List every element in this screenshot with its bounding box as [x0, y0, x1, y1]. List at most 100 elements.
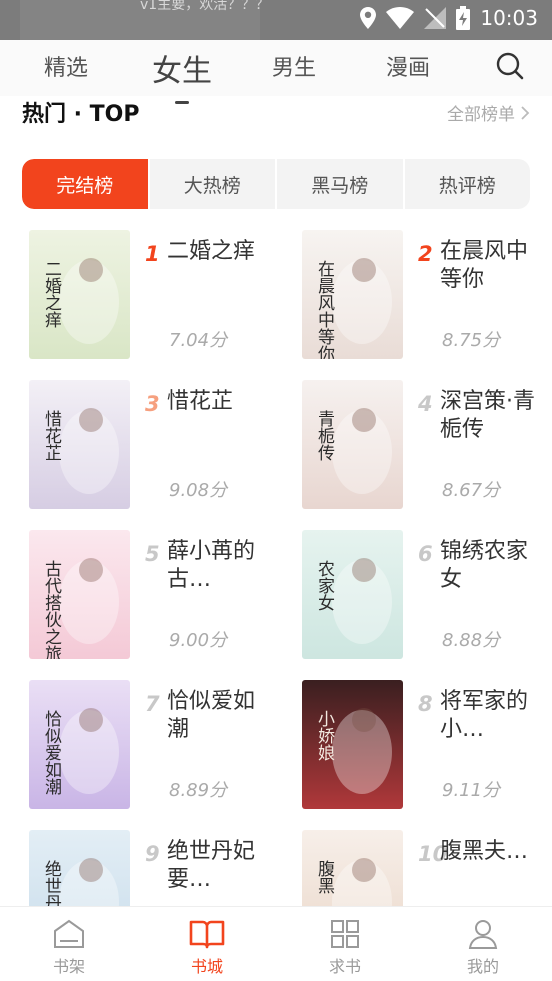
rank-number: 2	[418, 242, 433, 266]
cover-title: 惜花芷	[41, 410, 62, 461]
rank-number: 6	[418, 542, 433, 566]
book-score: 8.88分	[442, 630, 501, 651]
search-icon[interactable]	[496, 52, 524, 80]
nav-bookstore[interactable]: 书城	[138, 907, 276, 981]
book-cover[interactable]: 青栀传	[302, 380, 403, 509]
clock: 10:03	[480, 6, 538, 30]
rank-number: 4	[418, 392, 433, 416]
nav-bookshelf-label: 书架	[52, 957, 85, 976]
book-score: 8.67分	[442, 480, 501, 501]
bookshelf-icon	[54, 919, 84, 948]
cover-art: 绝世丹	[29, 830, 130, 906]
tab-male[interactable]: 男生	[272, 50, 316, 82]
book-title: 锦绣农家女	[440, 539, 529, 592]
book-item[interactable]: 农家女 6 锦绣农家女 8.88分	[302, 530, 552, 662]
book-title: 惜花芷	[167, 389, 234, 414]
cover-art: 小娇娘	[302, 680, 403, 809]
cover-title: 古代搭伙之旅	[41, 560, 62, 659]
rank-number: 5	[145, 542, 160, 566]
book-ranking-list: 二婚之痒 1 二婚之痒 7.04分 在晨风中等你 2 在晨风中等你 8.75分 惜花芷 3 惜花…	[0, 230, 552, 906]
book-title: 绝世丹妃要…	[167, 839, 256, 892]
nav-bookstore-label: 书城	[190, 957, 223, 976]
book-cover[interactable]: 古代搭伙之旅	[29, 530, 130, 659]
nav-profile[interactable]: 我的	[414, 907, 552, 981]
cover-art: 农家女	[302, 530, 403, 659]
rank-number: 3	[145, 392, 160, 416]
bottom-navigation: 书架 书城 求书 我的	[0, 906, 552, 981]
cover-title: 在晨风中等你	[314, 260, 335, 359]
book-item[interactable]: 古代搭伙之旅 5 薛小苒的古… 9.00分	[29, 530, 279, 662]
tab-hot-ranking[interactable]: 大热榜	[150, 159, 277, 209]
book-item[interactable]: 青栀传 4 深宫策·青栀传 8.67分	[302, 380, 552, 512]
book-open-icon	[189, 920, 225, 949]
all-rankings-link[interactable]: 全部榜单	[447, 100, 530, 125]
tab-female-label: 女生	[152, 54, 212, 89]
book-score: 8.89分	[169, 780, 228, 801]
cover-art: 青栀传	[302, 380, 403, 509]
wifi-icon	[386, 7, 415, 29]
cover-art: 恰似爱如潮	[29, 680, 130, 809]
tab-completed-ranking[interactable]: 完结榜	[22, 159, 150, 209]
chevron-right-icon	[521, 105, 530, 120]
book-item[interactable]: 惜花芷 3 惜花芷 9.08分	[29, 380, 279, 512]
status-icons: 10:03	[360, 6, 538, 30]
battery-charging-icon	[456, 6, 471, 30]
book-item[interactable]: 绝世丹 9 绝世丹妃要…	[29, 830, 279, 906]
book-cover[interactable]: 惜花芷	[29, 380, 130, 509]
book-score: 8.75分	[442, 330, 501, 351]
cover-title: 农家女	[314, 560, 335, 611]
cover-title: 恰似爱如潮	[41, 710, 62, 796]
book-item[interactable]: 小娇娘 8 将军家的小… 9.11分	[302, 680, 552, 812]
book-title: 腹黑夫…	[440, 839, 529, 864]
book-cover[interactable]: 绝世丹	[29, 830, 130, 906]
book-item[interactable]: 腹黑 10 腹黑夫…	[302, 830, 552, 906]
book-cover[interactable]: 农家女	[302, 530, 403, 659]
book-title: 深宫策·青栀传	[440, 389, 535, 442]
cover-title: 腹黑	[314, 860, 335, 894]
book-item[interactable]: 在晨风中等你 2 在晨风中等你 8.75分	[302, 230, 552, 362]
nav-bookshelf[interactable]: 书架	[0, 907, 138, 981]
user-icon	[468, 920, 498, 949]
tab-featured[interactable]: 精选	[44, 50, 88, 82]
all-rankings-label: 全部榜单	[447, 105, 515, 125]
tab-female[interactable]: 女生	[152, 46, 212, 104]
section-title: 热门 · TOP	[22, 102, 140, 127]
ranking-tabs: 完结榜 大热榜 黑马榜 热评榜	[22, 159, 530, 209]
cover-title: 二婚之痒	[41, 260, 62, 328]
book-item[interactable]: 恰似爱如潮 7 恰似爱如潮 8.89分	[29, 680, 279, 812]
rank-number: 7	[145, 692, 160, 716]
book-score: 9.08分	[169, 480, 228, 501]
cover-art: 二婚之痒	[29, 230, 130, 359]
cover-art: 古代搭伙之旅	[29, 530, 130, 659]
location-icon	[360, 7, 377, 29]
book-score: 7.04分	[169, 330, 228, 351]
book-cover[interactable]: 小娇娘	[302, 680, 403, 809]
signal-off-icon	[424, 7, 447, 29]
cover-art: 惜花芷	[29, 380, 130, 509]
tab-comics[interactable]: 漫画	[386, 50, 430, 82]
book-title: 恰似爱如潮	[167, 689, 256, 742]
tab-darkhorse-ranking[interactable]: 黑马榜	[277, 159, 405, 209]
nav-request-book[interactable]: 求书	[276, 907, 414, 981]
nav-profile-label: 我的	[466, 957, 499, 976]
book-cover[interactable]: 在晨风中等你	[302, 230, 403, 359]
book-score: 9.11分	[442, 780, 501, 801]
book-cover[interactable]: 恰似爱如潮	[29, 680, 130, 809]
rank-number: 8	[418, 692, 433, 716]
section-header: 热门 · TOP 全部榜单	[0, 96, 552, 136]
book-cover[interactable]: 腹黑	[302, 830, 403, 906]
book-score: 9.00分	[169, 630, 228, 651]
top-category-tabs: 精选 女生 男生 漫画	[0, 40, 552, 104]
book-title: 在晨风中等你	[440, 239, 529, 292]
book-cover[interactable]: 二婚之痒	[29, 230, 130, 359]
cover-title: 小娇娘	[314, 710, 335, 761]
cover-art: 在晨风中等你	[302, 230, 403, 359]
book-item[interactable]: 二婚之痒 1 二婚之痒 7.04分	[29, 230, 279, 362]
status-bar: v1主要，欢活？？？ 10:03	[0, 0, 552, 52]
book-title: 二婚之痒	[167, 239, 256, 264]
grid-icon	[331, 920, 359, 948]
nav-request-book-label: 求书	[328, 957, 361, 976]
tab-reviews-ranking[interactable]: 热评榜	[405, 159, 531, 209]
book-title: 将军家的小…	[440, 689, 529, 742]
cover-title: 青栀传	[314, 410, 335, 461]
